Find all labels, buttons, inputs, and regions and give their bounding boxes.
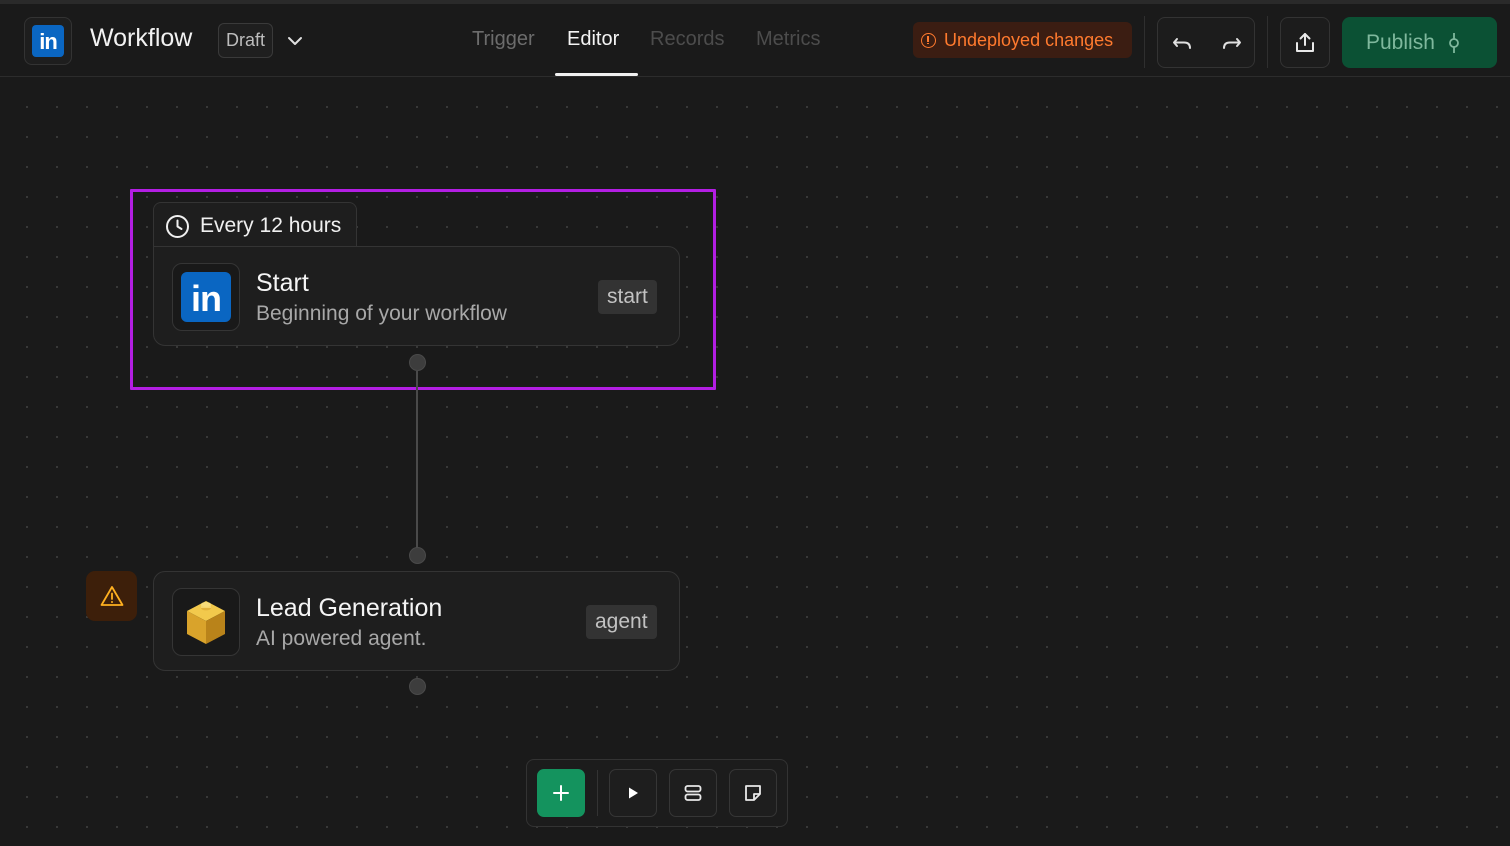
note-icon — [745, 785, 761, 801]
undeployed-changes-badge[interactable]: Undeployed changes — [913, 22, 1132, 58]
chevron-down-icon[interactable] — [286, 32, 304, 50]
redo-button[interactable] — [1218, 31, 1244, 55]
clock-icon — [166, 214, 189, 238]
node-icon — [172, 588, 240, 656]
tab-metrics[interactable]: Metrics — [756, 28, 820, 51]
play-icon — [629, 787, 638, 799]
workflow-title: Workflow — [90, 24, 193, 52]
tab-trigger[interactable]: Trigger — [472, 28, 535, 51]
start-output-handle[interactable] — [409, 354, 426, 371]
tab-records[interactable]: Records — [650, 28, 724, 51]
tab-editor[interactable]: Editor — [567, 28, 619, 51]
active-tab-indicator — [555, 73, 638, 76]
canvas-toolbar — [526, 759, 788, 827]
status-badge: Draft — [218, 23, 274, 58]
share-icon — [1296, 32, 1314, 52]
node-type-tag: start — [598, 280, 657, 314]
run-button[interactable] — [609, 769, 657, 817]
connection-edge[interactable] — [416, 371, 418, 554]
divider — [1267, 16, 1268, 68]
info-circle-icon — [921, 32, 936, 48]
add-note-button[interactable] — [729, 769, 777, 817]
trigger-schedule[interactable]: Every 12 hours — [153, 202, 357, 249]
lead-generation-node[interactable]: Lead Generation AI powered agent. agent — [153, 571, 680, 671]
linkedin-icon: in — [181, 272, 231, 322]
node-subtitle: Beginning of your workflow — [256, 302, 507, 325]
node-title: Lead Generation — [256, 594, 443, 622]
divider — [597, 770, 598, 816]
node-subtitle: AI powered agent. — [256, 627, 427, 650]
app-logo[interactable]: in — [24, 17, 72, 65]
publish-button[interactable]: Publish — [1342, 17, 1497, 68]
undeployed-label: Undeployed changes — [944, 29, 1114, 50]
redo-icon — [1223, 38, 1241, 49]
add-node-button[interactable] — [537, 769, 585, 817]
commit-icon — [1448, 32, 1459, 53]
history-controls — [1157, 17, 1255, 68]
auto-layout-button[interactable] — [669, 769, 717, 817]
layout-icon — [684, 785, 702, 801]
undo-button[interactable] — [1170, 31, 1196, 55]
top-bar: in Workflow Draft Trigger Editor Records… — [0, 4, 1510, 77]
add-icon — [553, 785, 569, 801]
cube-icon — [187, 601, 225, 644]
lead-input-handle[interactable] — [409, 547, 426, 564]
linkedin-icon: in — [32, 25, 64, 57]
lead-output-handle[interactable] — [409, 678, 426, 695]
node-type-tag: agent — [586, 605, 657, 639]
warning-badge[interactable] — [86, 571, 137, 621]
divider — [1144, 16, 1145, 68]
node-icon: in — [172, 263, 240, 331]
node-title: Start — [256, 269, 309, 297]
publish-label: Publish — [1366, 30, 1435, 54]
share-button[interactable] — [1280, 17, 1330, 68]
undo-icon — [1173, 38, 1191, 49]
warning-icon — [100, 586, 123, 606]
start-node[interactable]: in Start Beginning of your workflow star… — [153, 246, 680, 346]
schedule-label: Every 12 hours — [200, 214, 342, 237]
